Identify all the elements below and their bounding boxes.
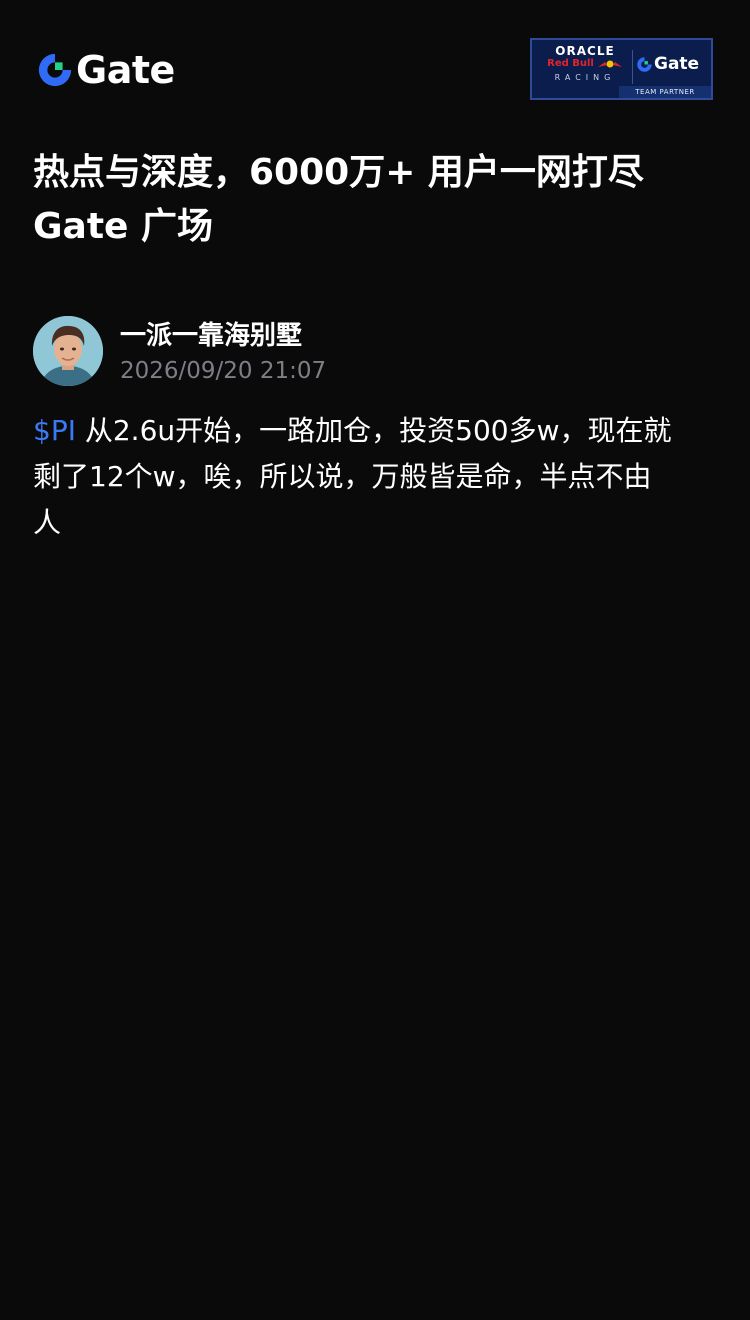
gate-logo[interactable]: Gate <box>36 50 175 90</box>
racing-text: RACING <box>554 73 616 82</box>
ticker-link[interactable]: $PI <box>33 414 76 447</box>
post-body-text-1: 从2.6u开始，一路加仓，投资500多w，现在就 <box>75 414 672 447</box>
brand-name: Gate <box>76 48 175 92</box>
redbull-text: Red Bull <box>540 58 630 70</box>
badge-divider <box>632 50 633 84</box>
gate-logo-icon <box>38 53 72 87</box>
avatar[interactable] <box>33 316 103 386</box>
avatar-portrait-icon <box>33 316 103 386</box>
badge-gate-logo: Gate <box>636 52 699 76</box>
page-headline: 热点与深度，6000万+ 用户一网打尽 Gate 广场 <box>33 146 723 254</box>
post-body-line-2: 剩了12个w，唉，所以说，万般皆是命，半点不由 <box>33 460 652 493</box>
post-author-row: 一派一靠海别墅 2026/09/20 21:07 <box>33 316 723 388</box>
post-body: $PI 从2.6u开始，一路加仓，投资500多w，现在就 剩了12个w，唉，所以… <box>33 408 713 546</box>
gate-small-icon <box>637 56 652 72</box>
app-header: Gate ORACLE Red Bull RACING Gate TEAM PA… <box>0 0 750 130</box>
oracle-text: ORACLE <box>555 44 615 58</box>
badge-gate-name: Gate <box>654 54 700 74</box>
post-timestamp: 2026/09/20 21:07 <box>120 358 327 384</box>
author-name[interactable]: 一派一靠海别墅 <box>120 318 302 354</box>
redbull-label: Red Bull <box>547 58 594 69</box>
redbull-bulls-icon <box>597 60 622 68</box>
post-body-line-3: 人 <box>33 506 62 539</box>
headline-line-2: Gate 广场 <box>33 206 214 247</box>
headline-line-1: 热点与深度，6000万+ 用户一网打尽 <box>33 152 644 193</box>
team-partner-badge: ORACLE Red Bull RACING Gate TEAM PARTNER <box>530 38 713 100</box>
oracle-redbull-racing-logo: ORACLE Red Bull RACING <box>540 44 630 88</box>
team-partner-tag: TEAM PARTNER <box>619 86 711 98</box>
post-body-line-1: $PI 从2.6u开始，一路加仓，投资500多w，现在就 <box>33 408 713 454</box>
